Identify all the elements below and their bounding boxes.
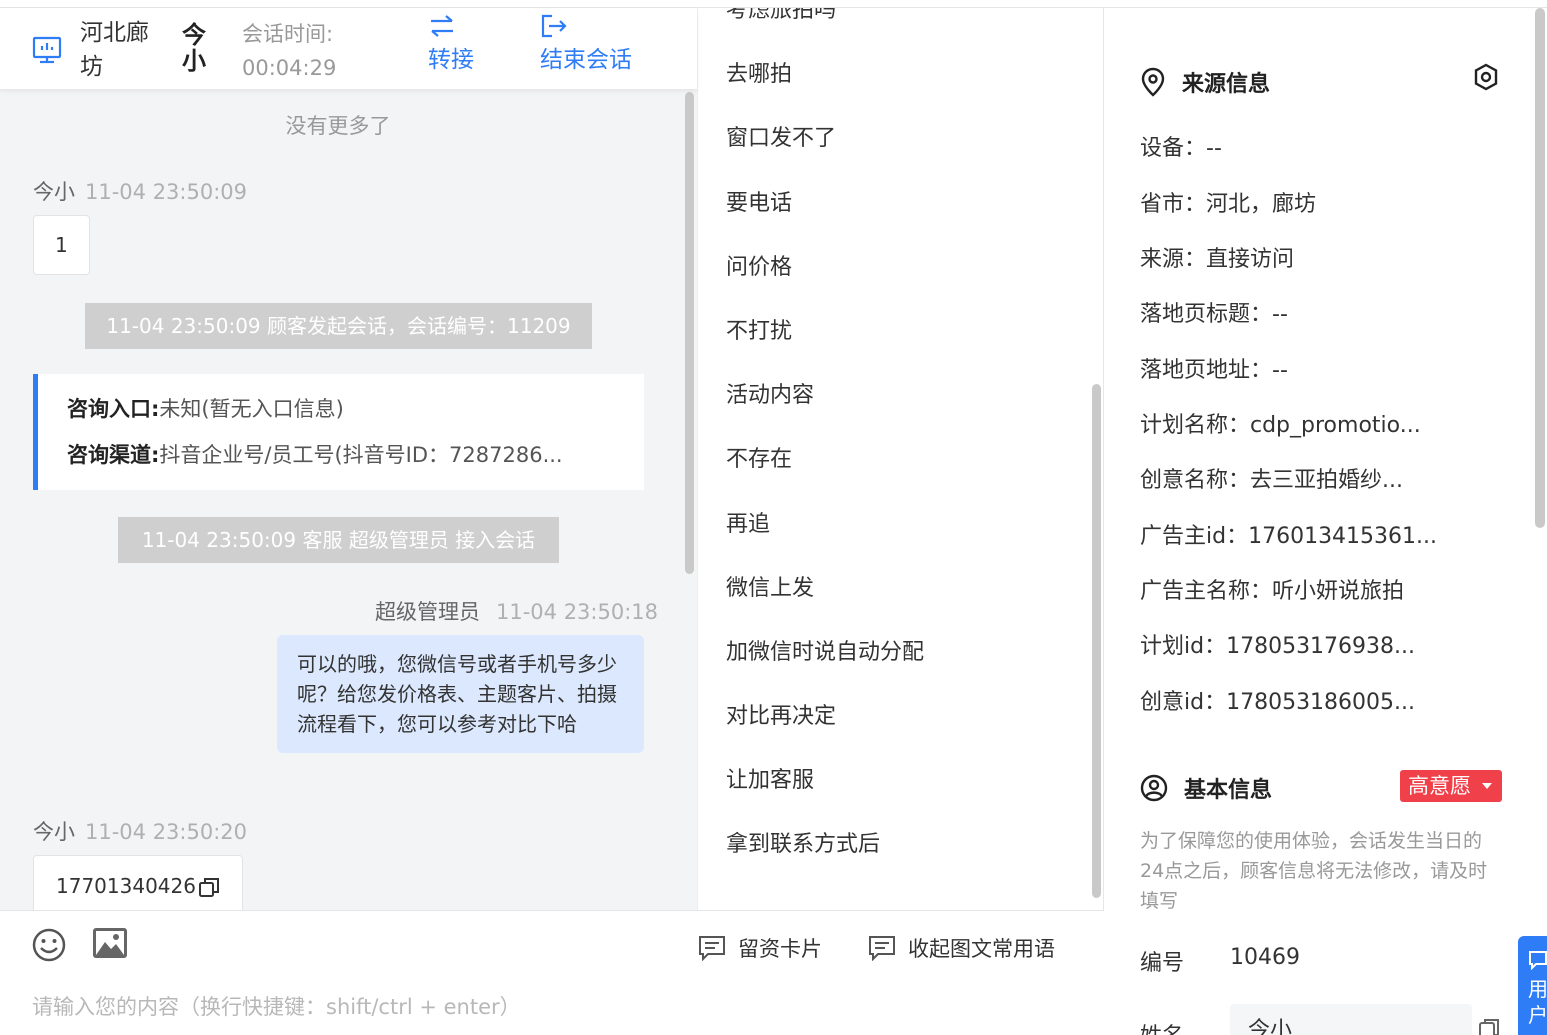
- sender-name: 超级管理员: [375, 600, 480, 624]
- no-more-label: 没有更多了: [285, 114, 391, 138]
- copy-icon[interactable]: [1477, 1018, 1501, 1035]
- settings-icon[interactable]: [1471, 62, 1501, 92]
- consult-info-card: 咨询入口:未知(暂无入口信息) 咨询渠道:抖音企业号/员工号(抖音号ID：728…: [33, 374, 644, 490]
- source-landing-url: 落地页地址：--: [1140, 358, 1288, 383]
- phrase-item[interactable]: 问价格: [726, 249, 792, 281]
- entry-row: 咨询入口:未知(暂无入口信息): [67, 390, 627, 436]
- source-advertiser-id: 广告主id：176013415361...: [1140, 524, 1438, 549]
- source-province: 省市：河北，廊坊: [1140, 192, 1317, 217]
- source-advertiser-name: 广告主名称：听小妍说旅拍: [1140, 579, 1405, 604]
- name-label: 姓名: [1140, 1018, 1184, 1035]
- common-phrases-panel: 考虑旅拍吗 去哪拍 窗口发不了 要电话 问价格 不打扰 活动内容 不存在 再追 …: [697, 8, 1104, 910]
- message-time: 11-04 23:50:20: [85, 820, 248, 844]
- customer-location: 河北廊坊: [80, 20, 149, 80]
- phrase-item[interactable]: 再追: [726, 506, 770, 538]
- transfer-label: 转接: [428, 47, 474, 73]
- card-icon: [699, 936, 725, 961]
- intent-level-dropdown[interactable]: 高意愿: [1400, 770, 1502, 802]
- location-pin-icon: [1141, 67, 1165, 97]
- message-input-area[interactable]: 留资卡片 收起图文常用语 请输入您的内容（换行快捷键：shift/ctrl + …: [0, 910, 1104, 1035]
- chat-icon: [1529, 951, 1547, 971]
- source-landing-title: 落地页标题：--: [1140, 302, 1288, 327]
- phrase-item[interactable]: 对比再决定: [726, 698, 836, 730]
- end-session-label: 结束会话: [540, 47, 632, 73]
- channel-row: 咨询渠道:抖音企业号/员工号(抖音号ID：7287286...: [67, 436, 627, 482]
- id-value: 10469: [1230, 945, 1300, 970]
- source-info-title: 来源信息: [1140, 66, 1270, 98]
- transfer-icon: [431, 15, 453, 37]
- image-icon[interactable]: [92, 927, 128, 959]
- monitor-icon: [32, 36, 62, 64]
- phrases-scrollbar[interactable]: [1092, 384, 1101, 898]
- phrase-item[interactable]: 考虑旅拍吗: [726, 8, 836, 24]
- entry-label: 咨询入口:: [67, 397, 160, 421]
- basic-info-title-text: 基本信息: [1184, 778, 1273, 803]
- system-message: 11-04 23:50:09 客服 超级管理员 接入会话: [118, 517, 559, 563]
- source-creative-id: 创意id：178053186005...: [1140, 690, 1416, 715]
- message-sender: 今小 11-04 23:50:09: [33, 176, 247, 206]
- channel-value: 抖音企业号/员工号(抖音号ID：7287286...: [159, 443, 563, 467]
- message-time: 11-04 23:50:18: [496, 600, 659, 624]
- collapse-phrases-label: 收起图文常用语: [908, 937, 1055, 961]
- source-device: 设备：--: [1140, 136, 1222, 161]
- phrase-item[interactable]: 窗口发不了: [726, 120, 836, 152]
- lead-card-label: 留资卡片: [738, 937, 822, 961]
- exit-icon: [541, 14, 567, 38]
- chat-header: 河北廊坊 今小 会话时间: 00:04:29 转接 结束会话: [0, 8, 697, 90]
- dropdown-caret-icon: [1482, 783, 1492, 789]
- entry-value: 未知(暂无入口信息): [159, 397, 344, 421]
- source-info-title-text: 来源信息: [1182, 72, 1271, 97]
- phrase-item[interactable]: 去哪拍: [726, 56, 792, 88]
- customer-name: 今小: [182, 21, 206, 75]
- source-plan-id: 计划id：178053176938...: [1140, 634, 1416, 659]
- channel-label: 咨询渠道:: [67, 443, 160, 467]
- lead-card-button[interactable]: 留资卡片: [698, 933, 822, 963]
- name-field[interactable]: 今小: [1230, 1004, 1472, 1035]
- phrase-item[interactable]: 让加客服: [726, 762, 814, 794]
- message-time: 11-04 23:50:09: [85, 180, 248, 204]
- copy-icon[interactable]: [198, 877, 220, 899]
- sender-name: 今小: [33, 180, 75, 204]
- session-time-label: 会话时间:: [242, 22, 334, 46]
- transfer-button[interactable]: 转接: [428, 14, 474, 74]
- user-circle-icon: [1140, 774, 1168, 802]
- message-bubble: 17701340426: [33, 855, 243, 910]
- phrase-item[interactable]: 要电话: [726, 185, 792, 217]
- end-session-button[interactable]: 结束会话: [540, 14, 632, 74]
- phrase-item[interactable]: 微信上发: [726, 570, 814, 602]
- source-origin: 来源：直接访问: [1140, 247, 1295, 272]
- customer-info-panel: 来源信息 设备：-- 省市：河北，廊坊 来源：直接访问 落地页标题：-- 落地页…: [1105, 8, 1547, 1035]
- top-border: [0, 0, 1547, 8]
- id-label: 编号: [1140, 951, 1185, 976]
- session-time-value: 00:04:29: [242, 56, 337, 80]
- edit-notice: 为了保障您的使用体验，会话发生当日的24点之后，顾客信息将无法修改，请及时填写: [1140, 830, 1488, 912]
- intent-level-label: 高意愿: [1408, 774, 1471, 798]
- collapse-phrases-button[interactable]: 收起图文常用语: [868, 933, 1055, 963]
- comment-icon: [869, 936, 895, 961]
- user-float-tab[interactable]: 用户: [1518, 936, 1547, 1035]
- phrase-item[interactable]: 拿到联系方式后: [726, 826, 880, 858]
- agent-message-bubble: 可以的哦，您微信号或者手机号多少呢？给您发价格表、主题客片、拍摄流程看下，您可以…: [277, 635, 644, 753]
- chat-scrollbar[interactable]: [685, 92, 694, 574]
- phrase-item[interactable]: 不打扰: [726, 313, 792, 345]
- info-scrollbar[interactable]: [1535, 8, 1545, 528]
- sender-name: 今小: [33, 820, 75, 844]
- user-float-tab-label: 用户: [1528, 977, 1547, 1027]
- message-sender: 今小 11-04 23:50:20: [33, 816, 247, 846]
- message-sender: 超级管理员 11-04 23:50:18: [375, 596, 658, 626]
- phrase-item[interactable]: 活动内容: [726, 377, 814, 409]
- basic-info-title: 基本信息: [1140, 772, 1272, 804]
- phone-number-text: 17701340426: [56, 874, 196, 898]
- chat-messages[interactable]: 没有更多了 今小 11-04 23:50:09 1 11-04 23:50:09 …: [0, 90, 697, 910]
- source-creative-name: 创意名称：去三亚拍婚纱...: [1140, 468, 1403, 493]
- phrase-item[interactable]: 加微信时说自动分配: [726, 634, 924, 666]
- message-input[interactable]: 请输入您的内容（换行快捷键：shift/ctrl + enter）: [32, 991, 521, 1021]
- system-message: 11-04 23:50:09 顾客发起会话，会话编号：11209: [85, 303, 592, 349]
- emoji-icon[interactable]: [32, 928, 66, 962]
- source-plan-name: 计划名称：cdp_promotio...: [1140, 413, 1421, 438]
- message-bubble: 1: [33, 215, 90, 275]
- phrase-item[interactable]: 不存在: [726, 441, 792, 473]
